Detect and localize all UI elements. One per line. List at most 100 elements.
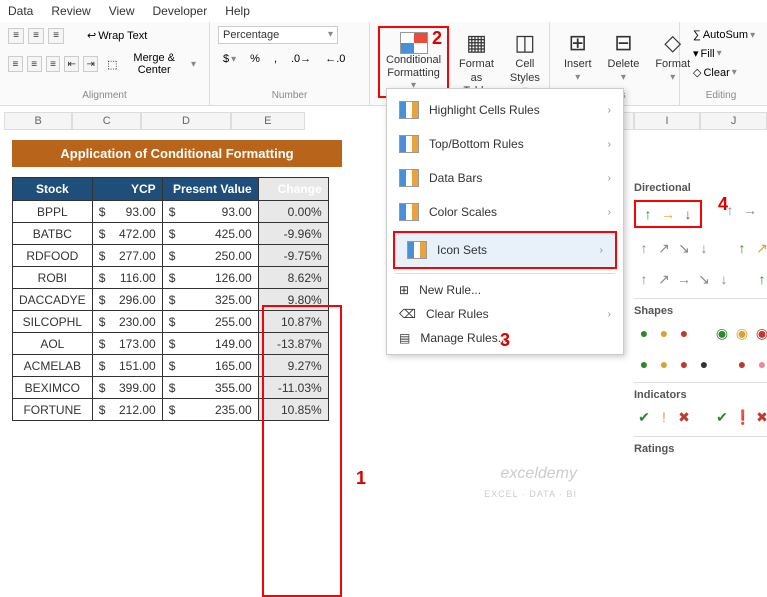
menu-clear-rules[interactable]: ⌫Clear Rules› bbox=[387, 302, 623, 326]
align-right-icon[interactable]: ≡ bbox=[46, 56, 61, 72]
percent-button[interactable]: % bbox=[245, 50, 265, 68]
col-header-c[interactable]: C bbox=[72, 112, 140, 130]
cell-change[interactable]: 0.00% bbox=[258, 201, 328, 223]
cell-stock[interactable]: BEXIMCO bbox=[13, 377, 93, 399]
inc-decimal-button[interactable]: .0→ bbox=[286, 50, 316, 68]
iconset-3-traffic-rimmed[interactable]: ◉◉◉ bbox=[712, 323, 767, 344]
iconset-4-arrows-gray[interactable]: ↑↗↘↓ bbox=[634, 238, 714, 259]
number-format-select[interactable]: Percentage▾ bbox=[218, 26, 338, 44]
indent-inc-icon[interactable]: ⇥ bbox=[83, 56, 98, 72]
cell-ycp[interactable]: $116.00 bbox=[92, 267, 162, 289]
insert-button[interactable]: ⊞Insert▾ bbox=[558, 26, 598, 88]
cell-ycp[interactable]: $472.00 bbox=[92, 223, 162, 245]
cell-change[interactable]: 9.80% bbox=[258, 289, 328, 311]
cell-stock[interactable]: RDFOOD bbox=[13, 245, 93, 267]
menu-icon-sets[interactable]: Icon Sets› bbox=[393, 231, 617, 269]
iconset-4-traffic[interactable]: ●●●● bbox=[634, 354, 714, 374]
cell-pv[interactable]: $93.00 bbox=[162, 201, 258, 223]
iconset-3-symbols[interactable]: ✔❗✖ bbox=[712, 407, 767, 428]
cell-pv[interactable]: $235.00 bbox=[162, 399, 258, 421]
cell-ycp[interactable]: $277.00 bbox=[92, 245, 162, 267]
col-header-i[interactable]: I bbox=[634, 112, 701, 130]
iconset-4-arrows-colored[interactable]: ↑↗↘↓ bbox=[732, 238, 767, 259]
menu-color-scales[interactable]: Color Scales› bbox=[387, 195, 623, 229]
cell-change[interactable]: 8.62% bbox=[258, 267, 328, 289]
cell-ycp[interactable]: $230.00 bbox=[92, 311, 162, 333]
menu-review[interactable]: Review bbox=[51, 4, 90, 18]
iconset-3-traffic-lights[interactable]: ●●● bbox=[634, 323, 694, 344]
menu-help[interactable]: Help bbox=[225, 4, 250, 18]
cell-pv[interactable]: $355.00 bbox=[162, 377, 258, 399]
iconset-5-arrows-gray[interactable]: ↑↗→↘↓ bbox=[634, 269, 734, 290]
cell-stock[interactable]: ACMELAB bbox=[13, 355, 93, 377]
dec-decimal-button[interactable]: ←.0 bbox=[320, 50, 350, 68]
align-mid-icon[interactable]: ≡ bbox=[28, 28, 44, 44]
iconset-redtopink[interactable]: ●●● bbox=[732, 354, 767, 374]
cell-stock[interactable]: AOL bbox=[13, 333, 93, 355]
cell-stock[interactable]: BATBC bbox=[13, 223, 93, 245]
table-row[interactable]: FORTUNE $212.00 $235.00 10.85% bbox=[13, 399, 329, 421]
wrap-text-button[interactable]: ↩Wrap Text bbox=[82, 26, 152, 45]
cell-pv[interactable]: $165.00 bbox=[162, 355, 258, 377]
cell-ycp[interactable]: $173.00 bbox=[92, 333, 162, 355]
table-row[interactable]: BEXIMCO $399.00 $355.00 -11.03% bbox=[13, 377, 329, 399]
cell-pv[interactable]: $149.00 bbox=[162, 333, 258, 355]
indent-dec-icon[interactable]: ⇤ bbox=[64, 56, 79, 72]
fill-button[interactable]: ▾ Fill ▾ bbox=[688, 44, 727, 63]
cell-stock[interactable]: DACCADYE bbox=[13, 289, 93, 311]
comma-button[interactable]: , bbox=[269, 50, 282, 68]
cell-pv[interactable]: $250.00 bbox=[162, 245, 258, 267]
menu-highlight-cells[interactable]: Highlight Cells Rules› bbox=[387, 93, 623, 127]
align-center-icon[interactable]: ≡ bbox=[27, 56, 42, 72]
table-row[interactable]: DACCADYE $296.00 $325.00 9.80% bbox=[13, 289, 329, 311]
clear-button[interactable]: ◇ Clear ▾ bbox=[688, 63, 742, 82]
cell-change[interactable]: 9.27% bbox=[258, 355, 328, 377]
cell-change[interactable]: 10.85% bbox=[258, 399, 328, 421]
cell-pv[interactable]: $325.00 bbox=[162, 289, 258, 311]
table-row[interactable]: SILCOPHL $230.00 $255.00 10.87% bbox=[13, 311, 329, 333]
cell-change[interactable]: -9.75% bbox=[258, 245, 328, 267]
cell-pv[interactable]: $425.00 bbox=[162, 223, 258, 245]
table-row[interactable]: BPPL $93.00 $93.00 0.00% bbox=[13, 201, 329, 223]
iconset-3-arrows-colored[interactable]: ↑→↓ bbox=[634, 200, 702, 228]
menu-view[interactable]: View bbox=[109, 4, 135, 18]
table-row[interactable]: ROBI $116.00 $126.00 8.62% bbox=[13, 267, 329, 289]
autosum-button[interactable]: ∑ AutoSum ▾ bbox=[688, 26, 760, 44]
cell-ycp[interactable]: $151.00 bbox=[92, 355, 162, 377]
iconset-5-arrows-colored[interactable]: ↑↗→↘↓ bbox=[752, 269, 767, 290]
cell-change[interactable]: -13.87% bbox=[258, 333, 328, 355]
align-bot-icon[interactable]: ≡ bbox=[48, 28, 64, 44]
cell-stock[interactable]: SILCOPHL bbox=[13, 311, 93, 333]
cell-ycp[interactable]: $212.00 bbox=[92, 399, 162, 421]
menu-data[interactable]: Data bbox=[8, 4, 33, 18]
cell-change[interactable]: 10.87% bbox=[258, 311, 328, 333]
menu-data-bars[interactable]: Data Bars› bbox=[387, 161, 623, 195]
cell-change[interactable]: -9.96% bbox=[258, 223, 328, 245]
col-header-d[interactable]: D bbox=[141, 112, 231, 130]
table-row[interactable]: BATBC $472.00 $425.00 -9.96% bbox=[13, 223, 329, 245]
cell-ycp[interactable]: $296.00 bbox=[92, 289, 162, 311]
delete-button[interactable]: ⊟Delete▾ bbox=[602, 26, 646, 88]
table-row[interactable]: RDFOOD $277.00 $250.00 -9.75% bbox=[13, 245, 329, 267]
col-header-b[interactable]: B bbox=[4, 112, 72, 130]
currency-button[interactable]: $ ▾ bbox=[218, 50, 241, 68]
table-row[interactable]: ACMELAB $151.00 $165.00 9.27% bbox=[13, 355, 329, 377]
table-row[interactable]: AOL $173.00 $149.00 -13.87% bbox=[13, 333, 329, 355]
cell-stock[interactable]: BPPL bbox=[13, 201, 93, 223]
cell-stock[interactable]: ROBI bbox=[13, 267, 93, 289]
iconset-3-symbols-circled[interactable]: ✔!✖ bbox=[634, 407, 694, 428]
cell-ycp[interactable]: $93.00 bbox=[92, 201, 162, 223]
cell-stock[interactable]: FORTUNE bbox=[13, 399, 93, 421]
col-header-e[interactable]: E bbox=[231, 112, 305, 130]
cell-change[interactable]: -11.03% bbox=[258, 377, 328, 399]
align-left-icon[interactable]: ≡ bbox=[8, 56, 23, 72]
cell-pv[interactable]: $255.00 bbox=[162, 311, 258, 333]
cell-pv[interactable]: $126.00 bbox=[162, 267, 258, 289]
merge-center-button[interactable]: ⬚Merge & Center ▾ bbox=[102, 49, 201, 79]
menu-developer[interactable]: Developer bbox=[153, 4, 208, 18]
menu-top-bottom[interactable]: Top/Bottom Rules› bbox=[387, 127, 623, 161]
cell-ycp[interactable]: $399.00 bbox=[92, 377, 162, 399]
align-top-icon[interactable]: ≡ bbox=[8, 28, 24, 44]
menu-new-rule[interactable]: ⊞New Rule... bbox=[387, 278, 623, 302]
col-header-j[interactable]: J bbox=[700, 112, 767, 130]
